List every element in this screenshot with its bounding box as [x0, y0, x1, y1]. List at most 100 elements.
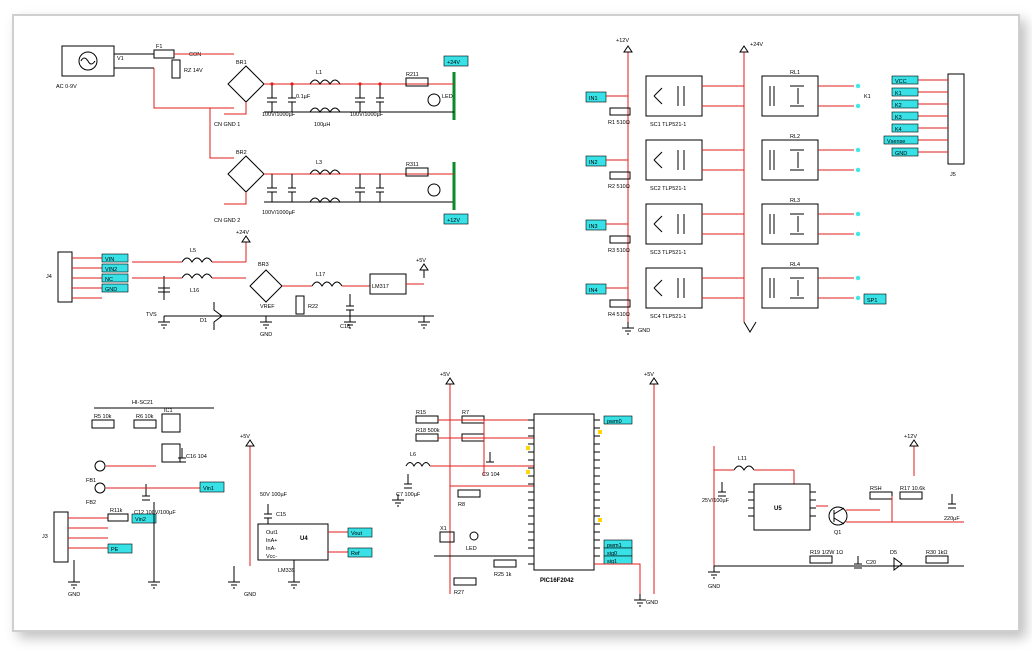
- svg-text:RL1: RL1: [790, 70, 800, 76]
- svg-text:R2 510Ω: R2 510Ω: [608, 184, 630, 190]
- svg-text:L17: L17: [316, 272, 325, 278]
- svg-text:BR2: BR2: [236, 150, 247, 156]
- svg-text:Ref: Ref: [351, 551, 360, 557]
- svg-text:R30 1kΩ: R30 1kΩ: [926, 550, 948, 556]
- svg-text:InA-: InA-: [266, 546, 276, 552]
- svg-text:RZ 14V: RZ 14V: [184, 68, 203, 74]
- svg-text:Vout: Vout: [351, 531, 362, 537]
- svg-text:GND: GND: [646, 600, 658, 606]
- svg-text:J3: J3: [42, 534, 48, 540]
- svg-text:X1: X1: [440, 526, 447, 532]
- svg-text:R11k: R11k: [110, 508, 123, 514]
- svg-text:GND: GND: [638, 328, 650, 334]
- svg-text:+5V: +5V: [644, 372, 654, 378]
- mcu: +5V +5V R15 R18 500k R7 C9 104 L6 C7 100…: [392, 372, 658, 606]
- svg-text:LED: LED: [442, 94, 453, 100]
- svg-text:D5: D5: [890, 550, 897, 556]
- svg-text:AC 0-9V: AC 0-9V: [56, 84, 77, 90]
- psu1: V1 AC 0-9V F1 RZ 14V CON BR1 CN GND: [56, 44, 468, 128]
- svg-text:R15: R15: [416, 410, 426, 416]
- svg-text:GND: GND: [708, 584, 720, 590]
- svg-text:+12V: +12V: [616, 38, 629, 44]
- svg-text:Vsense: Vsense: [887, 139, 905, 145]
- sense: HI-SC21 R5 10k R6 10k IC1 C16 104 FB1 FB…: [42, 400, 224, 598]
- svg-text:R6 10k: R6 10k: [136, 414, 154, 420]
- svg-text:LED: LED: [466, 546, 477, 552]
- svg-text:VIN2: VIN2: [105, 267, 117, 273]
- svg-text:Vin2: Vin2: [135, 517, 146, 523]
- svg-text:R19 1/2W 1Ω: R19 1/2W 1Ω: [810, 550, 843, 556]
- svg-text:U4: U4: [300, 536, 308, 542]
- svg-text:InA+: InA+: [266, 538, 277, 544]
- relay-array: +12V +24V GND IN1 R1 510Ω SC1 TLP521-1: [586, 38, 886, 334]
- svg-text:R211: R211: [406, 72, 419, 78]
- svg-text:F1: F1: [156, 44, 162, 50]
- driver: L11 25V/100µF U5 Q1 +12V RSH R17 10.6k 2…: [702, 434, 964, 590]
- svg-text:K3: K3: [895, 115, 902, 121]
- relay-row: IN1 R1 510Ω SC1 TLP521-1 RL1 K1: [586, 70, 886, 320]
- svg-text:K1: K1: [895, 91, 902, 97]
- comparator: +5V 50V 100µF C15 R14 Out1 InA+ InA- Vcc…: [228, 434, 372, 598]
- svg-text:+24V: +24V: [447, 60, 460, 66]
- svg-text:IN1: IN1: [589, 96, 598, 102]
- svg-text:R5 10k: R5 10k: [94, 414, 112, 420]
- svg-text:R22: R22: [308, 304, 318, 310]
- svg-text:GND: GND: [260, 332, 272, 338]
- svg-text:PE: PE: [111, 547, 119, 553]
- svg-text:K4: K4: [895, 127, 902, 133]
- svg-text:Out1: Out1: [266, 530, 278, 536]
- svg-text:L1: L1: [316, 70, 322, 76]
- svg-text:R25 1k: R25 1k: [494, 572, 512, 578]
- svg-text:GND: GND: [105, 287, 117, 293]
- svg-text:+24V: +24V: [236, 230, 249, 236]
- header-j5: J5 VCC K1 K2 K3 K4 Vsense GND: [884, 74, 964, 178]
- svg-text:+5V: +5V: [240, 434, 250, 440]
- svg-text:L5: L5: [190, 248, 196, 254]
- svg-text:RL3: RL3: [790, 198, 800, 204]
- svg-text:Vcc-: Vcc-: [266, 554, 277, 560]
- svg-text:SP1: SP1: [867, 298, 877, 304]
- svg-text:GND: GND: [68, 592, 80, 598]
- svg-text:R1 510Ω: R1 510Ω: [608, 120, 630, 126]
- svg-text:BR3: BR3: [258, 262, 269, 268]
- svg-text:CN GND 2: CN GND 2: [214, 218, 240, 224]
- svg-text:VREF: VREF: [260, 304, 275, 310]
- svg-text:RSH: RSH: [870, 486, 882, 492]
- svg-text:K2: K2: [895, 103, 902, 109]
- svg-text:+12V: +12V: [904, 434, 917, 440]
- svg-text:CON: CON: [189, 52, 201, 58]
- svg-text:0.1µF: 0.1µF: [296, 94, 311, 100]
- reg-row: J4 VIN VIN2 NC GND TVS L5 L16 +24V: [46, 230, 434, 338]
- svg-text:R4 510Ω: R4 510Ω: [608, 312, 630, 318]
- svg-text:FB2: FB2: [86, 500, 96, 506]
- svg-text:C7 100µF: C7 100µF: [396, 492, 421, 498]
- svg-text:IC1: IC1: [164, 408, 173, 414]
- svg-text:+5V: +5V: [416, 258, 426, 264]
- svg-text:TVS: TVS: [146, 312, 157, 318]
- svg-text:100V/1000µF: 100V/1000µF: [262, 112, 296, 118]
- svg-text:FB1: FB1: [86, 478, 96, 484]
- svg-text:25V/100µF: 25V/100µF: [702, 498, 730, 504]
- svg-text:IN3: IN3: [589, 224, 598, 230]
- svg-text:R311: R311: [406, 162, 419, 168]
- svg-text:D1: D1: [200, 318, 207, 324]
- svg-text:100µH: 100µH: [314, 122, 330, 128]
- svg-text:Q1: Q1: [834, 530, 841, 536]
- svg-text:HI-SC21: HI-SC21: [132, 400, 153, 406]
- svg-text:R18 500k: R18 500k: [416, 428, 440, 434]
- svg-text:LM339: LM339: [278, 568, 295, 574]
- svg-text:NC: NC: [105, 277, 113, 283]
- svg-text:VIN: VIN: [105, 257, 114, 263]
- svg-text:C9 104: C9 104: [482, 472, 500, 478]
- svg-text:C16 104: C16 104: [186, 454, 207, 460]
- svg-text:R8: R8: [458, 502, 465, 508]
- svg-text:R27: R27: [454, 590, 464, 596]
- svg-text:U5: U5: [774, 506, 782, 512]
- svg-text:100V/1000µF: 100V/1000µF: [350, 112, 384, 118]
- svg-text:IN4: IN4: [589, 288, 598, 294]
- svg-text:+12V: +12V: [447, 218, 460, 224]
- svg-text:J5: J5: [950, 172, 956, 178]
- svg-text:Vin1: Vin1: [203, 486, 214, 492]
- svg-text:BR1: BR1: [236, 60, 247, 66]
- svg-text:RL4: RL4: [790, 262, 800, 268]
